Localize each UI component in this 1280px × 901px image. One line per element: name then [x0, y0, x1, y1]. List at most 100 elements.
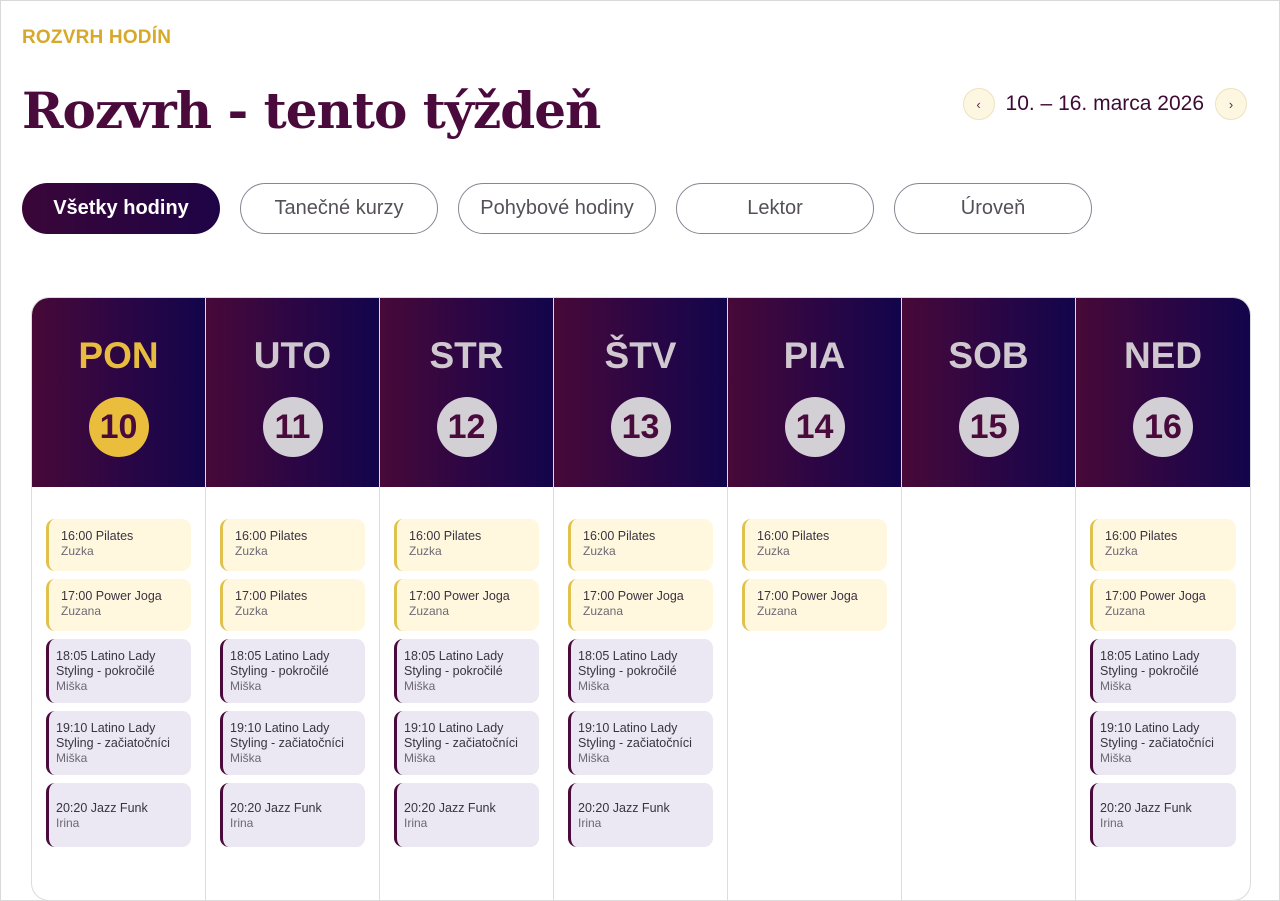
- day-events: 16:00 Pilates Zuzka 17:00 Pilates Zuzka 18:0…: [206, 487, 379, 900]
- week-range: 10. – 16. marca 2026: [1005, 92, 1204, 115]
- filter-instructor[interactable]: Lektor: [676, 183, 874, 234]
- prev-week-button[interactable]: ‹: [962, 88, 995, 120]
- class-card[interactable]: 16:00 Pilates Zuzka: [742, 519, 887, 571]
- class-card[interactable]: 17:00 Pilates Zuzka: [220, 579, 365, 631]
- day-events: 16:00 Pilates Zuzka 17:00 Power Joga Zuzana…: [32, 487, 205, 900]
- day-events: [902, 487, 1075, 900]
- day-number: 13: [610, 397, 671, 457]
- class-title: 17:00 Power Joga: [409, 589, 510, 603]
- class-instructor: Irina: [56, 816, 80, 830]
- day-header: PON 10: [32, 298, 205, 487]
- class-instructor: Irina: [578, 816, 602, 830]
- day-name: UTO: [253, 335, 332, 376]
- class-card[interactable]: 19:10 Latino Lady Styling - začiatočníci…: [220, 711, 365, 775]
- class-instructor: Zuzana: [757, 604, 798, 618]
- day-header: NED 16: [1076, 298, 1250, 487]
- day-number: 15: [958, 397, 1019, 457]
- day-column: STR 12 16:00 Pilates Zuzka 17:00 Power Joga Z…: [380, 298, 554, 900]
- class-card[interactable]: 17:00 Power Joga Zuzana: [568, 579, 713, 631]
- class-instructor: Miška: [404, 679, 436, 693]
- class-card[interactable]: 20:20 Jazz Funk Irina: [220, 783, 365, 847]
- class-card[interactable]: 17:00 Power Joga Zuzana: [1090, 579, 1236, 631]
- class-card[interactable]: 19:10 Latino Lady Styling - začiatočníci…: [46, 711, 191, 775]
- filter-level[interactable]: Úroveň: [894, 183, 1092, 234]
- class-card[interactable]: 16:00 Pilates Zuzka: [220, 519, 365, 571]
- class-instructor: Miška: [1100, 679, 1132, 693]
- filter-bar: Všetky hodiny Tanečné kurzy Pohybové hod…: [22, 183, 1092, 234]
- class-instructor: Zuzana: [1105, 604, 1146, 618]
- class-title: 16:00 Pilates: [61, 529, 134, 543]
- class-title: 18:05 Latino Lady Styling - pokročilé: [1100, 649, 1200, 678]
- filter-all-classes[interactable]: Všetky hodiny: [22, 183, 220, 234]
- class-instructor: Miška: [56, 751, 88, 765]
- day-name: NED: [1123, 335, 1203, 376]
- class-card[interactable]: 19:10 Latino Lady Styling - začiatočníci…: [568, 711, 713, 775]
- class-card[interactable]: 17:00 Power Joga Zuzana: [46, 579, 191, 631]
- class-title: 19:10 Latino Lady Styling - začiatočníci: [404, 721, 518, 750]
- week-navigation: ‹ 10. – 16. marca 2026 ›: [962, 88, 1247, 120]
- class-title: 19:10 Latino Lady Styling - začiatočníci: [56, 721, 170, 750]
- class-card[interactable]: 16:00 Pilates Zuzka: [568, 519, 713, 571]
- class-instructor: Zuzka: [409, 544, 442, 558]
- class-instructor: Irina: [230, 816, 254, 830]
- class-instructor: Zuzka: [757, 544, 790, 558]
- class-card[interactable]: 16:00 Pilates Zuzka: [394, 519, 539, 571]
- day-column: PON 10 16:00 Pilates Zuzka 17:00 Power Joga Z…: [32, 298, 206, 900]
- class-instructor: Miška: [404, 751, 436, 765]
- class-instructor: Zuzana: [61, 604, 102, 618]
- next-week-button[interactable]: ›: [1215, 88, 1247, 120]
- class-title: 20:20 Jazz Funk: [230, 801, 322, 815]
- class-card[interactable]: 19:10 Latino Lady Styling - začiatočníci…: [394, 711, 539, 775]
- chevron-left-icon: ‹: [976, 96, 981, 112]
- class-card[interactable]: 16:00 Pilates Zuzka: [1090, 519, 1236, 571]
- class-instructor: Zuzka: [583, 544, 616, 558]
- day-number: 14: [784, 397, 845, 457]
- day-number: 11: [262, 397, 323, 457]
- class-card[interactable]: 20:20 Jazz Funk Irina: [394, 783, 539, 847]
- class-title: 16:00 Pilates: [757, 529, 830, 543]
- day-name: PON: [78, 335, 159, 376]
- day-header: STR 12: [380, 298, 553, 487]
- class-instructor: Miška: [230, 751, 262, 765]
- class-card[interactable]: 18:05 Latino Lady Styling - pokročilé Miš…: [394, 639, 539, 703]
- class-card[interactable]: 18:05 Latino Lady Styling - pokročilé Miš…: [46, 639, 191, 703]
- class-title: 18:05 Latino Lady Styling - pokročilé: [404, 649, 504, 678]
- class-card[interactable]: 17:00 Power Joga Zuzana: [742, 579, 887, 631]
- class-card[interactable]: 20:20 Jazz Funk Irina: [1090, 783, 1236, 847]
- class-card[interactable]: 20:20 Jazz Funk Irina: [46, 783, 191, 847]
- class-title: 20:20 Jazz Funk: [1100, 801, 1192, 815]
- class-title: 16:00 Pilates: [1105, 529, 1178, 543]
- class-card[interactable]: 18:05 Latino Lady Styling - pokročilé Miš…: [568, 639, 713, 703]
- day-column: SOB 15: [902, 298, 1076, 900]
- day-name: SOB: [948, 335, 1029, 376]
- class-instructor: Miška: [56, 679, 88, 693]
- filter-dance-courses[interactable]: Tanečné kurzy: [240, 183, 438, 234]
- class-title: 20:20 Jazz Funk: [56, 801, 148, 815]
- class-title: 17:00 Power Joga: [757, 589, 858, 603]
- class-instructor: Irina: [404, 816, 428, 830]
- class-card[interactable]: 16:00 Pilates Zuzka: [46, 519, 191, 571]
- day-name: ŠTV: [604, 335, 677, 376]
- class-title: 18:05 Latino Lady Styling - pokročilé: [578, 649, 678, 678]
- class-title: 17:00 Pilates: [235, 589, 308, 603]
- day-name: STR: [429, 335, 504, 376]
- class-instructor: Irina: [1100, 816, 1124, 830]
- day-column: ŠTV 13 16:00 Pilates Zuzka 17:00 Power Joga Z…: [554, 298, 728, 900]
- class-card[interactable]: 18:05 Latino Lady Styling - pokročilé Miš…: [1090, 639, 1236, 703]
- class-card[interactable]: 20:20 Jazz Funk Irina: [568, 783, 713, 847]
- class-card[interactable]: 18:05 Latino Lady Styling - pokročilé Miš…: [220, 639, 365, 703]
- class-title: 19:10 Latino Lady Styling - začiatočníci: [1100, 721, 1214, 750]
- class-card[interactable]: 19:10 Latino Lady Styling - začiatočníci…: [1090, 711, 1236, 775]
- class-instructor: Zuzka: [1105, 544, 1138, 558]
- class-title: 20:20 Jazz Funk: [404, 801, 496, 815]
- day-number: 10: [88, 397, 149, 457]
- day-header: UTO 11: [206, 298, 379, 487]
- class-card[interactable]: 17:00 Power Joga Zuzana: [394, 579, 539, 631]
- class-instructor: Miška: [1100, 751, 1132, 765]
- filter-movement-classes[interactable]: Pohybové hodiny: [458, 183, 656, 234]
- class-instructor: Zuzka: [235, 544, 268, 558]
- class-title: 16:00 Pilates: [583, 529, 656, 543]
- class-instructor: Zuzana: [409, 604, 450, 618]
- section-eyebrow: ROZVRH HODÍN: [22, 27, 172, 48]
- day-header: PIA 14: [728, 298, 901, 487]
